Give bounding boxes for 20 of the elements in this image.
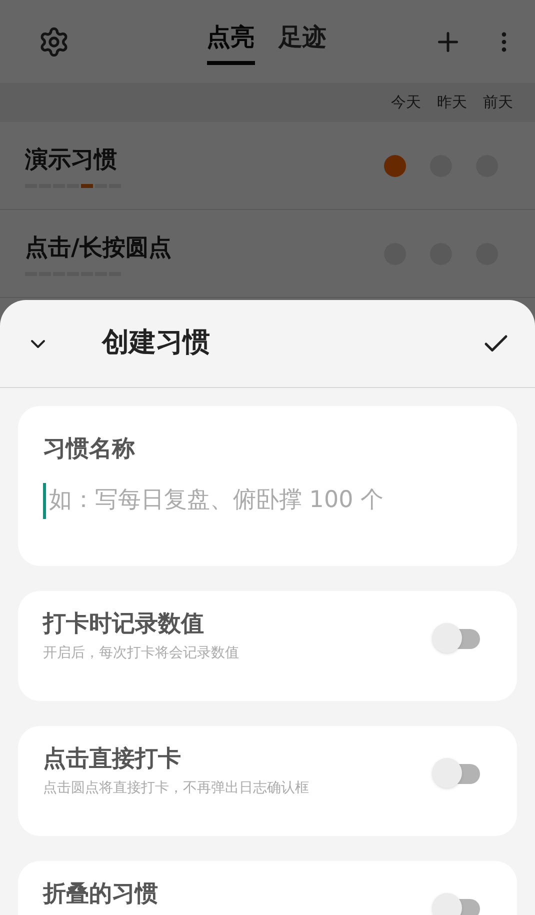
- option-title: 点击直接打卡: [43, 746, 182, 772]
- option-title: 打卡时记录数值: [43, 611, 205, 637]
- name-label: 习惯名称: [43, 435, 136, 464]
- toggle-switch[interactable]: [432, 893, 480, 915]
- tab[interactable]: 点亮: [206, 18, 254, 64]
- day-label: 昨天: [437, 92, 467, 114]
- tab[interactable]: 足迹: [278, 18, 326, 64]
- day-label: 前天: [483, 92, 513, 114]
- option-description: 点击圆点将直接打卡，不再弹出日志确认框: [43, 779, 310, 798]
- habit-name[interactable]: 点击/长按圆点: [25, 231, 384, 266]
- settings-icon[interactable]: [38, 26, 70, 58]
- toggle-switch[interactable]: [432, 758, 480, 788]
- day-label: 今天: [391, 92, 421, 114]
- habit-name[interactable]: 演示习惯: [25, 143, 384, 178]
- habit-name-field[interactable]: 如：写每日复盘、俯卧撑 100 个: [49, 483, 492, 518]
- toggle-switch[interactable]: [432, 623, 480, 653]
- option-description: 开启后，每次打卡将会记录数值: [43, 644, 240, 663]
- option-title: 折叠的习惯: [43, 881, 159, 907]
- sheet-title: 创建习惯: [102, 326, 211, 360]
- text-cursor: [43, 482, 46, 518]
